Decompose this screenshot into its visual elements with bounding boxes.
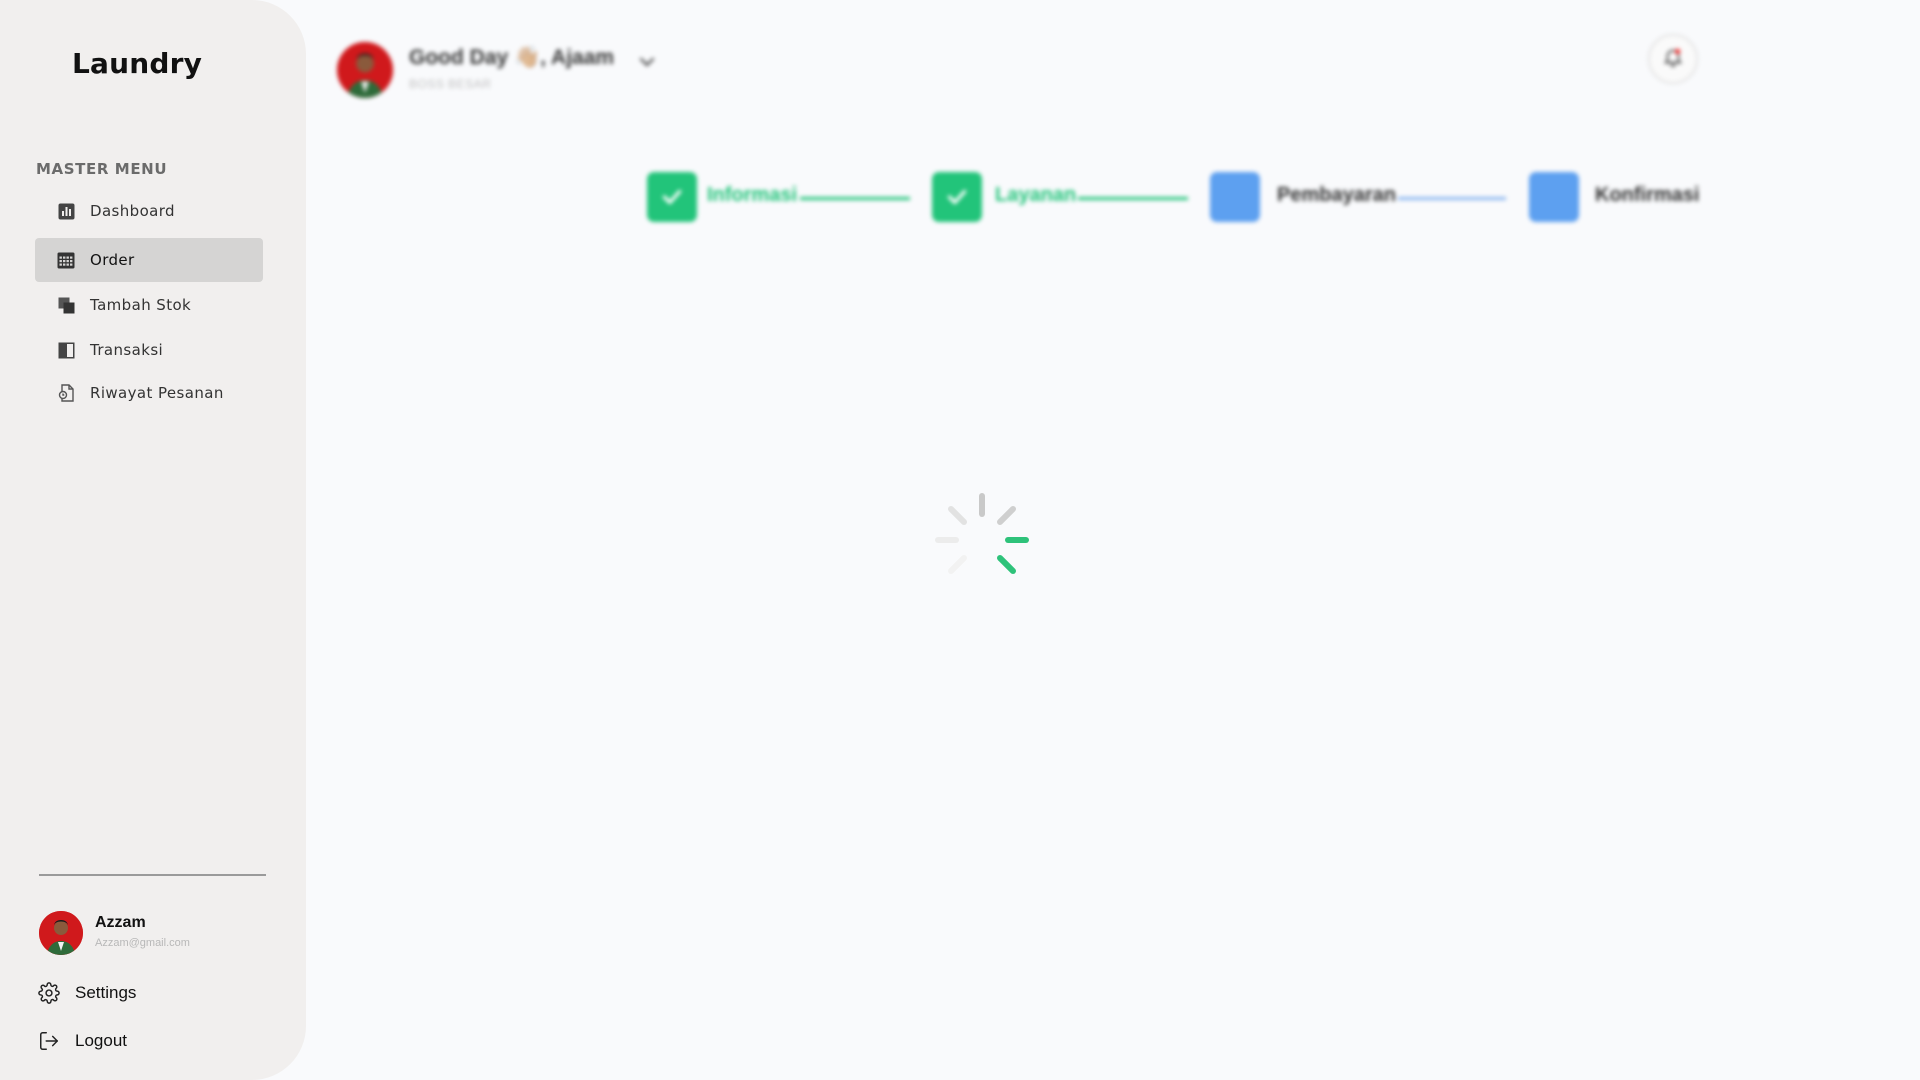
brand-title: Laundry [72,47,203,80]
sidebar: Laundry MASTER MENU Dashboard Order Tamb… [0,0,306,1080]
header-avatar [337,42,393,98]
step-connector [1398,197,1506,200]
loading-spinner-icon [935,493,1029,574]
step-layanan-label: Layanan [995,184,1077,206]
step-informasi-box [647,172,697,222]
sidebar-item-dashboard[interactable]: Dashboard [35,189,263,233]
settings-label: Settings [75,983,137,1002]
bell-icon [1662,46,1684,73]
stack-icon [57,296,75,314]
sidebar-item-tambah-stok[interactable]: Tambah Stok [35,283,263,327]
step-pembayaran-label: Pembayaran [1277,184,1396,206]
chart-icon [57,202,75,220]
avatar [39,911,83,955]
check-icon [947,189,967,205]
step-informasi-label: Informasi [707,184,798,206]
settings-button[interactable]: Settings [37,978,136,1008]
sidebar-item-riwayat-pesanan[interactable]: Riwayat Pesanan [35,371,263,415]
calendar-icon [57,251,75,269]
check-icon [662,189,682,205]
sidebar-item-label: Transaksi [90,341,164,359]
sidebar-item-transaksi[interactable]: Transaksi [35,328,263,372]
logout-icon [37,1029,61,1053]
sidebar-item-label: Dashboard [90,202,175,220]
book-icon [57,341,75,359]
step-konfirmasi-box [1529,172,1579,222]
user-profile[interactable]: Azzam Azzam@gmail.com [39,911,279,955]
logout-label: Logout [75,1031,127,1050]
sidebar-divider [39,874,266,876]
step-connector [800,197,910,200]
step-pembayaran-box [1210,172,1260,222]
step-konfirmasi-label: Konfirmasi [1595,184,1700,206]
step-connector [1078,197,1188,200]
chevron-down-icon[interactable] [637,52,657,72]
sidebar-item-label: Tambah Stok [90,296,192,314]
menu-heading: MASTER MENU [36,160,168,178]
profile-name: Azzam [95,914,146,931]
gear-icon [37,981,61,1005]
step-layanan-box [932,172,982,222]
sidebar-item-order[interactable]: Order [35,238,263,282]
user-role: BOSS BESAR [409,77,492,91]
logout-button[interactable]: Logout [37,1026,127,1056]
sidebar-item-label: Riwayat Pesanan [90,384,224,402]
file-history-icon [57,384,75,402]
notification-button[interactable] [1648,34,1698,84]
greeting-text: Good Day 👋🏼, Ajaam [409,46,615,69]
sidebar-item-label: Order [90,251,135,269]
profile-email: Azzam@gmail.com [95,937,190,949]
